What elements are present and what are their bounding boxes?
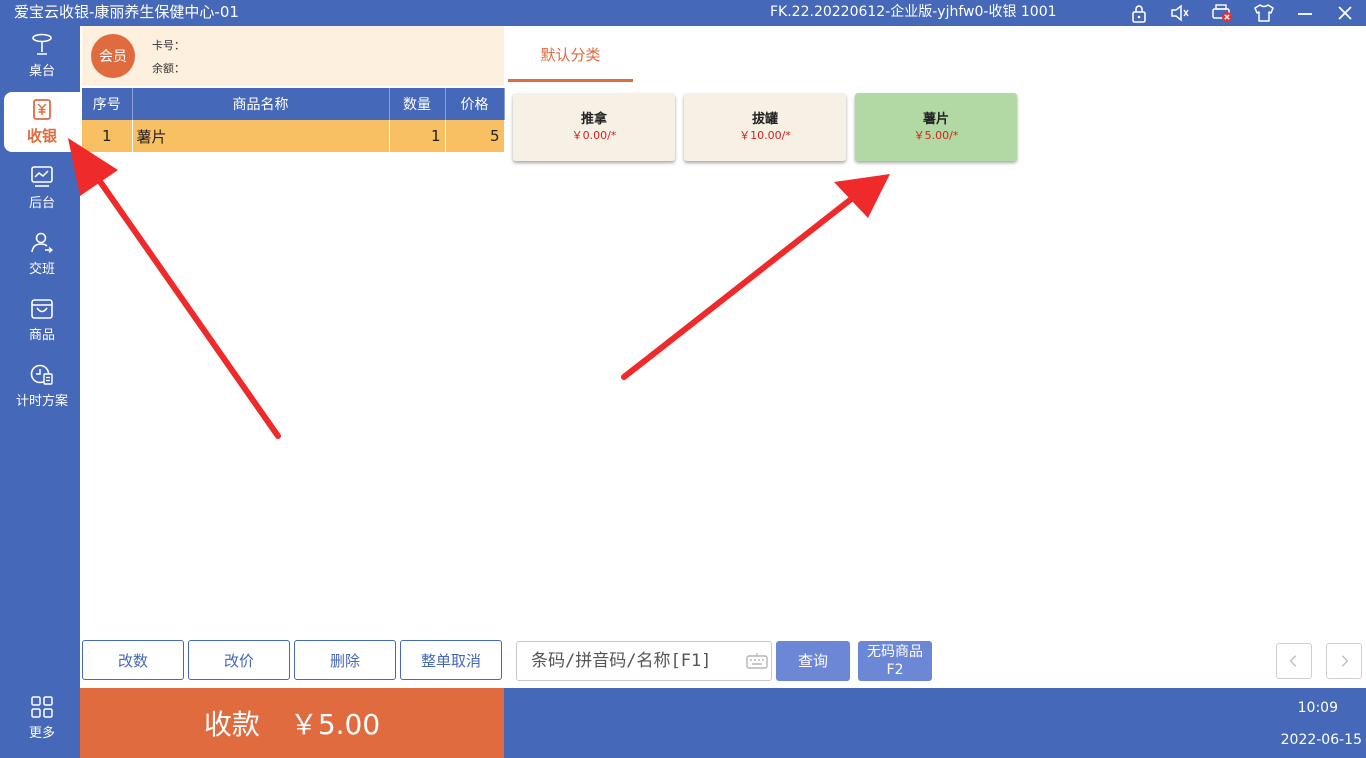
- clock-date: 2022-06-15: [1280, 732, 1362, 748]
- sidebar-item-more[interactable]: 更多: [4, 688, 80, 748]
- sidebar-item-label: 后台: [28, 196, 55, 211]
- arrow-to-product-head: [834, 174, 890, 218]
- cancel-order-button[interactable]: 整单取消: [400, 640, 502, 680]
- arrow-to-product-shaft: [621, 197, 853, 380]
- keyboard-icon[interactable]: [746, 651, 768, 671]
- cart-table: 序号 商品名称 数量 价格 1 薯片 1 5: [82, 88, 505, 152]
- cell-qty: 1: [389, 120, 446, 152]
- table-icon: [32, 33, 52, 55]
- sidebar-item-label: 收银: [26, 127, 57, 145]
- sidebar: 桌台 收银 后台 交班 商品 计时方案 更多: [0, 26, 80, 758]
- cashier-icon: [33, 99, 51, 120]
- sidebar-item-label: 商品: [28, 328, 55, 343]
- chevron-right-icon: [1341, 655, 1349, 667]
- arrow-to-cashier-shaft: [89, 167, 281, 439]
- title-bar: 爱宝云收银-康丽养生保健中心-01 FK.22.20220612-企业版-yjh…: [0, 0, 1366, 26]
- shift-user-icon: [31, 232, 54, 254]
- no-code-label: 无码商品: [867, 644, 923, 660]
- table-header: 序号 商品名称 数量 价格: [82, 88, 505, 120]
- version-info: FK.22.20220612-企业版-yjhfw0-收银 1001: [770, 4, 1057, 20]
- minimize-icon[interactable]: [1290, 0, 1320, 26]
- sidebar-item-label: 更多: [28, 726, 55, 741]
- lock-icon[interactable]: [1124, 0, 1154, 26]
- product-name: 推拿: [580, 112, 607, 127]
- member-panel: 会员 卡号： 余额：: [82, 26, 504, 86]
- table-row[interactable]: 1 薯片 1 5: [82, 120, 505, 152]
- cell-no: 1: [82, 120, 133, 152]
- prev-page-button[interactable]: [1276, 643, 1312, 679]
- sidebar-item-label: 桌台: [28, 64, 55, 79]
- change-qty-button[interactable]: 改数: [82, 640, 184, 680]
- shirt-icon[interactable]: [1249, 0, 1279, 26]
- sidebar-item-label: 计时方案: [15, 394, 68, 409]
- sidebar-item-label: 交班: [28, 262, 55, 277]
- col-header-qty: 数量: [389, 88, 446, 120]
- card-number-label: 卡号：: [152, 39, 185, 52]
- product-price: ￥10.00/*: [739, 129, 791, 142]
- member-badge[interactable]: 会员: [91, 34, 135, 78]
- product-name: 拔罐: [751, 112, 778, 127]
- sidebar-item-shift[interactable]: 交班: [4, 224, 80, 284]
- close-icon[interactable]: [1330, 0, 1360, 26]
- speaker-mute-icon[interactable]: [1165, 0, 1195, 26]
- product-price: ￥0.00/*: [571, 129, 617, 142]
- printer-error-icon[interactable]: [1207, 0, 1237, 26]
- pay-amount: ￥5.00: [289, 708, 381, 741]
- delete-button[interactable]: 删除: [294, 640, 396, 680]
- product-name: 薯片: [922, 112, 949, 127]
- next-page-button[interactable]: [1326, 643, 1362, 679]
- query-label: 查询: [797, 652, 828, 670]
- no-code-shortcut: F2: [886, 662, 904, 678]
- balance-label: 余额：: [152, 62, 185, 75]
- sidebar-item-table[interactable]: 桌台: [4, 26, 80, 86]
- product-tile[interactable]: 推拿 ￥0.00/*: [513, 93, 675, 161]
- sidebar-item-timer-plan[interactable]: 计时方案: [4, 356, 80, 416]
- no-code-product-button[interactable]: 无码商品 F2: [858, 641, 932, 681]
- chevron-left-icon: [1289, 655, 1297, 667]
- search-input[interactable]: [516, 641, 772, 681]
- cell-price: 5: [445, 120, 505, 152]
- pay-button[interactable]: 收款 ￥5.00: [80, 688, 504, 758]
- shopping-bag-icon: [31, 299, 53, 319]
- product-tile[interactable]: 拔罐 ￥10.00/*: [684, 93, 846, 161]
- backend-chart-icon: [31, 166, 53, 187]
- cell-name: 薯片: [132, 120, 390, 152]
- change-price-button[interactable]: 改价: [188, 640, 290, 680]
- sidebar-item-backend[interactable]: 后台: [4, 158, 80, 218]
- query-button[interactable]: 查询: [776, 641, 850, 681]
- product-tile[interactable]: 薯片 ￥5.00/*: [855, 93, 1017, 161]
- sidebar-item-goods[interactable]: 商品: [4, 290, 80, 350]
- grid-more-icon: [31, 696, 53, 718]
- col-header-no: 序号: [82, 88, 133, 120]
- status-bar: 10:09 2022-06-15: [504, 688, 1366, 758]
- product-price: ￥5.00/*: [913, 129, 959, 142]
- sidebar-item-cashier[interactable]: 收银: [4, 92, 80, 152]
- pay-label: 收款: [203, 708, 260, 741]
- timer-plan-icon: [30, 364, 53, 385]
- app-title: 爱宝云收银-康丽养生保健中心-01: [14, 3, 239, 21]
- clock-time: 10:09: [1297, 700, 1338, 716]
- col-header-name: 商品名称: [132, 88, 390, 120]
- col-header-price: 价格: [445, 88, 505, 120]
- tab-default-category[interactable]: 默认分类: [508, 30, 633, 82]
